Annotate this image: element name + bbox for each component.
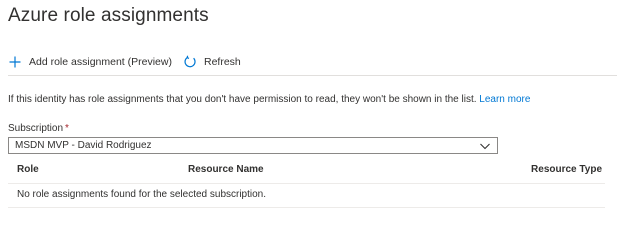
info-text: If this identity has role assignments th… xyxy=(8,94,477,105)
refresh-icon xyxy=(183,55,197,69)
subscription-label-text: Subscription xyxy=(8,123,64,134)
table-empty-row: No role assignments found for the select… xyxy=(8,183,605,208)
subscription-selected-value: MSDN MVP - David Rodriguez xyxy=(15,140,152,151)
refresh-label: Refresh xyxy=(203,56,241,68)
table-header: Role Resource Name Resource Type xyxy=(8,157,605,184)
empty-message: No role assignments found for the select… xyxy=(17,189,267,200)
refresh-button[interactable]: Refresh xyxy=(183,55,241,69)
chevron-down-icon xyxy=(479,140,491,152)
add-role-assignment-button[interactable]: Add role assignment (Preview) xyxy=(8,55,172,69)
column-header-role[interactable]: Role xyxy=(17,164,39,175)
plus-icon xyxy=(8,55,22,69)
column-header-resource-name[interactable]: Resource Name xyxy=(188,164,264,175)
column-header-resource-type[interactable]: Resource Type xyxy=(531,164,602,175)
add-role-assignment-label: Add role assignment (Preview) xyxy=(29,56,172,68)
command-bar: Add role assignment (Preview) Refresh xyxy=(8,53,617,71)
info-message: If this identity has role assignments th… xyxy=(8,94,530,105)
page-title: Azure role assignments xyxy=(8,5,209,26)
learn-more-link[interactable]: Learn more xyxy=(479,94,530,105)
subscription-dropdown[interactable]: MSDN MVP - David Rodriguez xyxy=(8,137,498,154)
required-marker: * xyxy=(65,123,69,134)
subscription-label: Subscription * xyxy=(8,123,69,134)
toolbar-divider xyxy=(8,75,617,76)
